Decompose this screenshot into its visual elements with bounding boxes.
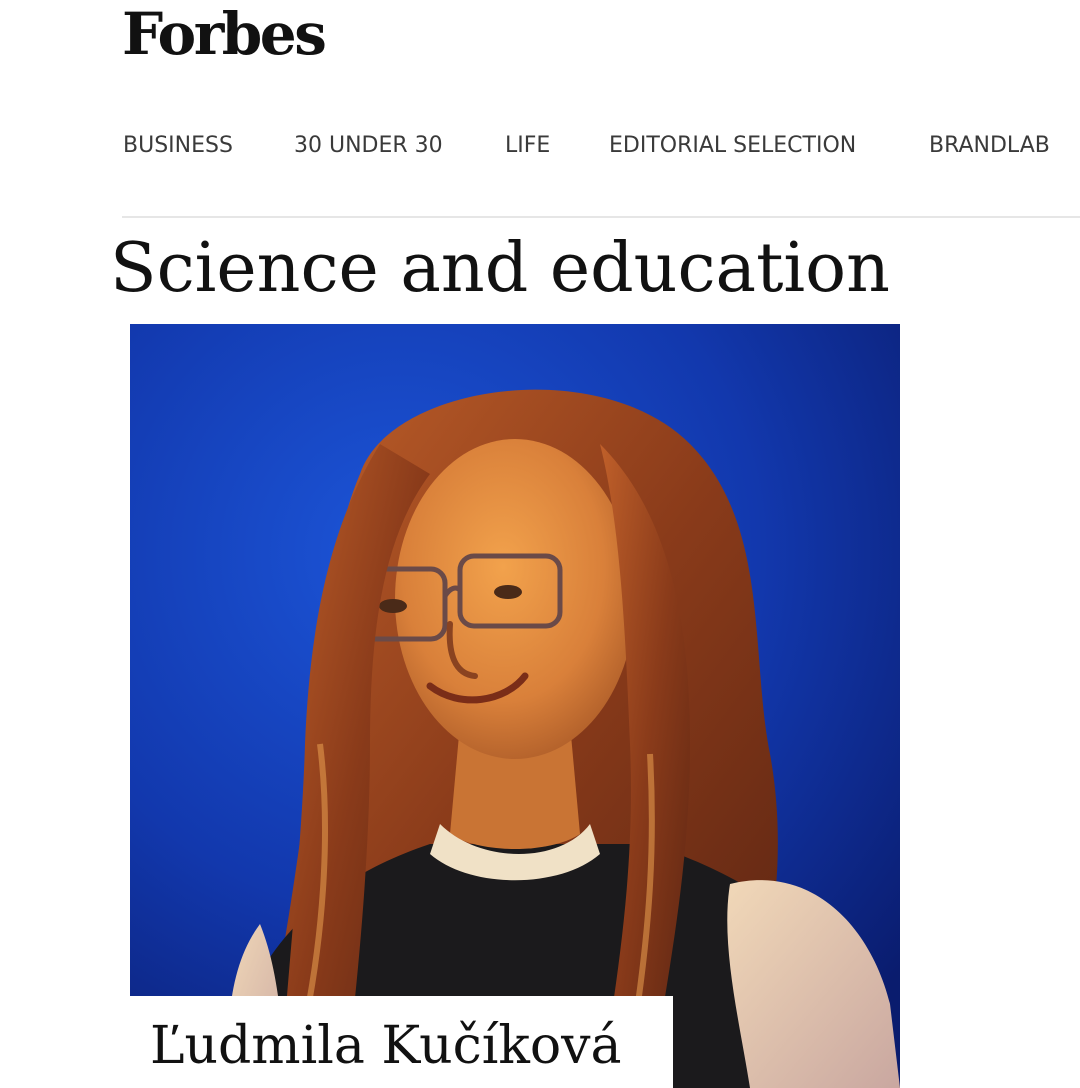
right-eye <box>494 585 522 599</box>
portrait-photo[interactable] <box>130 324 900 1088</box>
page: Forbes BUSINESS 30 UNDER 30 LIFE EDITORI… <box>0 0 1080 1088</box>
nav-item-editorial-selection[interactable]: EDITORIAL SELECTION <box>609 128 856 164</box>
page-title: Science and education <box>110 229 890 308</box>
portrait-illustration <box>130 324 900 1088</box>
person-name[interactable]: Ľudmila Kučíková <box>150 1010 622 1082</box>
main-nav: BUSINESS 30 UNDER 30 LIFE EDITORIAL SELE… <box>0 128 1080 164</box>
forbes-logo[interactable]: Forbes <box>122 0 327 68</box>
nav-item-30-under-30[interactable]: 30 UNDER 30 <box>294 128 443 164</box>
nav-item-life[interactable]: LIFE <box>505 128 550 164</box>
name-card[interactable]: Ľudmila Kučíková <box>130 996 673 1088</box>
left-eye <box>379 599 407 613</box>
nav-item-business[interactable]: BUSINESS <box>123 128 233 164</box>
header-divider <box>122 216 1080 218</box>
face <box>395 439 635 759</box>
nav-item-brandlab[interactable]: BRANDLAB <box>929 128 1050 164</box>
